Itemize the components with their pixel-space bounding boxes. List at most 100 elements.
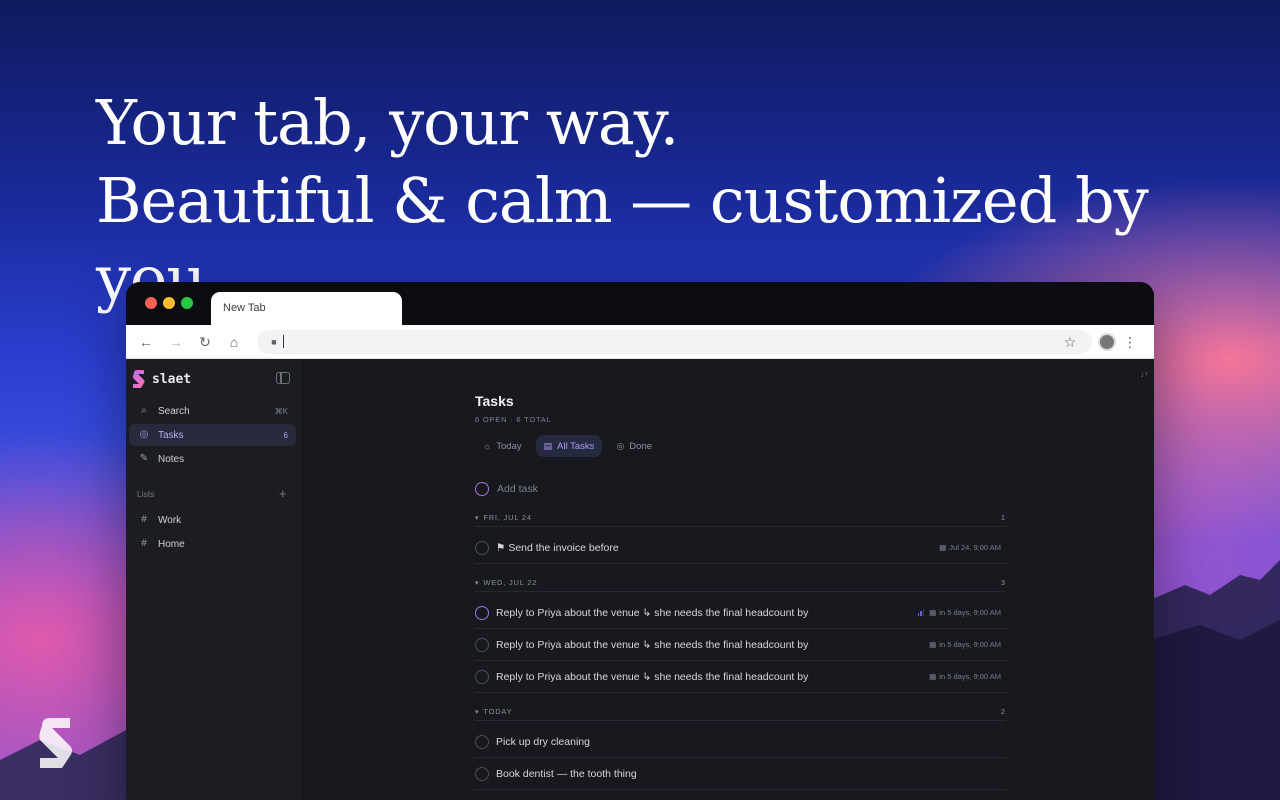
browser-toolbar: ← → ↻ ⌂ ■ ☆ ⋮ bbox=[126, 325, 1154, 359]
slaet-logo-icon bbox=[132, 370, 145, 388]
lock-icon: ■ bbox=[271, 337, 277, 347]
group-header[interactable]: ▾ WED, JUL 22 3 bbox=[475, 574, 1006, 592]
sidebar-item-label: Home bbox=[158, 538, 185, 550]
add-task-placeholder: Add task bbox=[497, 483, 538, 495]
home-icon[interactable]: ⌂ bbox=[226, 334, 242, 350]
sun-icon: ☼ bbox=[483, 441, 492, 451]
priority-bars-icon bbox=[917, 609, 925, 616]
hash-icon: # bbox=[141, 538, 147, 549]
task-title: Reply to Priya about the venue ↳ she nee… bbox=[496, 638, 809, 651]
task-due: ▦ in 5 days, 9:00 AM bbox=[929, 640, 1001, 649]
filter-label: Done bbox=[629, 440, 653, 452]
group-count: 3 bbox=[1000, 578, 1005, 587]
sidebar-item-notes[interactable]: ✎ Notes bbox=[129, 448, 296, 470]
add-list-icon[interactable]: + bbox=[279, 486, 287, 501]
app-name: slaet bbox=[152, 371, 192, 387]
task-due: ▦ in 5 days, 9:00 AM bbox=[929, 672, 1001, 681]
group-label: FRI, JUL 24 bbox=[483, 513, 532, 522]
sidebar-item-label: Notes bbox=[158, 453, 185, 465]
chevron-down-icon: ▾ bbox=[475, 514, 480, 522]
sidebar-item-search[interactable]: ⌕ Search ⌘K bbox=[129, 400, 296, 422]
task-checkbox[interactable] bbox=[475, 669, 489, 684]
calendar-icon: ▦ bbox=[929, 672, 937, 681]
task-row[interactable]: Book dentist — the tooth thing bbox=[475, 758, 1006, 790]
task-due: ▦ in 5 days, 9:00 AM bbox=[917, 608, 1001, 617]
filter-label: Today bbox=[496, 440, 522, 452]
text-caret bbox=[283, 335, 284, 348]
browser-tab[interactable]: New Tab bbox=[211, 292, 402, 325]
shortcut-hint: ⌘K bbox=[274, 406, 288, 416]
headline-line-1: Your tab, your way. bbox=[96, 86, 679, 159]
search-icon: ⌕ bbox=[141, 405, 147, 416]
filter-tabs: ☼ Today ▤ All Tasks ◎ Done bbox=[475, 435, 660, 457]
browser-window: New Tab ← → ↻ ⌂ ■ ☆ ⋮ slaet ⌕ Search ⌘K … bbox=[126, 282, 1154, 800]
task-checkbox[interactable] bbox=[475, 540, 489, 555]
filter-today[interactable]: ☼ Today bbox=[475, 435, 530, 457]
task-checkbox[interactable] bbox=[475, 766, 489, 781]
profile-avatar[interactable] bbox=[1098, 333, 1116, 351]
group-count: 1 bbox=[1000, 513, 1005, 522]
slaet-app: slaet ⌕ Search ⌘K ◎ Tasks 6 ✎ Notes List… bbox=[126, 359, 1154, 800]
group-header[interactable]: ▾ FRI, JUL 24 1 bbox=[475, 509, 1006, 527]
group-label: WED, JUL 22 bbox=[483, 578, 538, 587]
chevron-down-icon: ▾ bbox=[475, 579, 480, 587]
sidebar-item-work[interactable]: # Work bbox=[129, 509, 296, 531]
sidebar-item-home[interactable]: # Home bbox=[129, 533, 296, 555]
lists-header: Lists bbox=[137, 489, 155, 499]
group-header[interactable]: ▾ TODAY 2 bbox=[475, 703, 1006, 721]
check-circle-icon: ◎ bbox=[139, 429, 149, 440]
group-count: 2 bbox=[1000, 707, 1005, 716]
task-row[interactable]: ⚑ Send the invoice before ▦ Jul 24, 9:00… bbox=[475, 532, 1006, 564]
calendar-icon: ▦ bbox=[929, 640, 937, 649]
hash-icon: # bbox=[141, 514, 147, 525]
task-title: Pick up dry cleaning bbox=[496, 735, 590, 748]
filter-done[interactable]: ◎ Done bbox=[608, 435, 660, 457]
group-label: TODAY bbox=[483, 707, 513, 716]
sidebar: slaet ⌕ Search ⌘K ◎ Tasks 6 ✎ Notes List… bbox=[126, 359, 301, 800]
task-row[interactable]: Reply to Priya about the venue ↳ she nee… bbox=[475, 597, 1006, 629]
chevron-down-icon: ▾ bbox=[475, 708, 480, 716]
task-count-badge: 6 bbox=[283, 430, 288, 440]
add-task-input[interactable]: Add task bbox=[475, 482, 538, 496]
app-logo: slaet bbox=[132, 369, 191, 389]
task-checkbox[interactable] bbox=[475, 605, 489, 620]
minimize-window-button[interactable] bbox=[163, 297, 175, 309]
task-row[interactable]: Reply to Priya about the venue ↳ she nee… bbox=[475, 629, 1006, 661]
due-text: in 5 days, 9:00 AM bbox=[939, 608, 1001, 617]
task-row[interactable]: Reply to Priya about the venue ↳ she nee… bbox=[475, 661, 1006, 693]
sort-icon[interactable]: ↓↑ bbox=[1140, 369, 1149, 379]
arrow-right-icon[interactable]: → bbox=[168, 334, 184, 350]
maximize-window-button[interactable] bbox=[181, 297, 193, 309]
star-icon[interactable]: ☆ bbox=[1062, 334, 1078, 350]
sidebar-item-label: Search bbox=[158, 405, 190, 417]
reload-icon[interactable]: ↻ bbox=[197, 334, 213, 350]
calendar-icon: ▦ bbox=[929, 608, 937, 617]
filter-all-tasks[interactable]: ▤ All Tasks bbox=[535, 435, 603, 457]
sidebar-item-label: Tasks bbox=[158, 429, 184, 441]
filter-label: All Tasks bbox=[557, 440, 595, 452]
page-title: Tasks bbox=[475, 393, 514, 409]
sidebar-item-label: Work bbox=[158, 514, 182, 526]
due-text: Jul 24, 9:00 AM bbox=[949, 543, 1001, 552]
task-checkbox[interactable] bbox=[475, 734, 489, 749]
task-row[interactable]: Pick up dry cleaning bbox=[475, 726, 1006, 758]
kebab-menu-icon[interactable]: ⋮ bbox=[1122, 334, 1138, 350]
task-checkbox[interactable] bbox=[475, 637, 489, 652]
task-title: Reply to Priya about the venue ↳ she nee… bbox=[496, 670, 809, 683]
sidebar-toggle-icon[interactable] bbox=[276, 372, 290, 384]
calendar-icon: ▦ bbox=[939, 543, 947, 552]
tab-strip: New Tab bbox=[126, 282, 1154, 325]
due-text: in 5 days, 9:00 AM bbox=[939, 640, 1001, 649]
address-bar[interactable]: ■ bbox=[257, 330, 1092, 354]
due-text: in 5 days, 9:00 AM bbox=[939, 672, 1001, 681]
clipboard-icon: ▤ bbox=[543, 440, 553, 451]
arrow-left-icon[interactable]: ← bbox=[138, 334, 154, 350]
task-title: Book dentist — the tooth thing bbox=[496, 767, 637, 780]
sidebar-item-tasks[interactable]: ◎ Tasks 6 bbox=[129, 424, 296, 446]
edit-icon: ✎ bbox=[139, 453, 149, 464]
tab-title: New Tab bbox=[223, 302, 266, 314]
task-title: ⚑ Send the invoice before bbox=[496, 541, 619, 554]
brand-logo-icon bbox=[39, 718, 72, 768]
task-title: Reply to Priya about the venue ↳ she nee… bbox=[496, 606, 809, 619]
close-window-button[interactable] bbox=[145, 297, 157, 309]
